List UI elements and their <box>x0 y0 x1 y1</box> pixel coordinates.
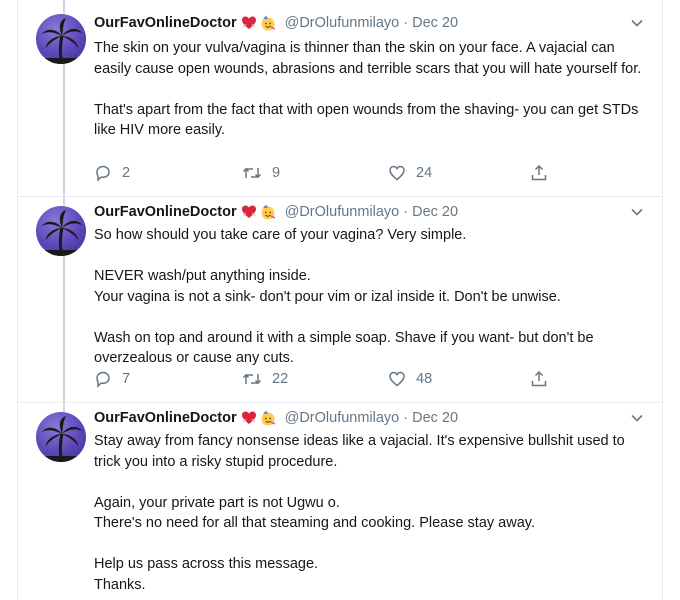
party-face-emoji-icon <box>261 410 275 426</box>
tweet-paragraph: Stay away from fancy nonsense ideas like… <box>94 433 625 470</box>
tweet-thread: OurFavOnlineDoctor @DrOlufunmilayo · Dec… <box>17 0 663 600</box>
like-button[interactable]: 24 <box>388 164 432 182</box>
tweet-paragraph: Again, your private part is not Ugwu o. … <box>94 494 535 532</box>
tweet-header: OurFavOnlineDoctor @DrOlufunmilayo · Dec… <box>94 14 458 32</box>
avatar[interactable] <box>36 206 86 256</box>
reply-icon <box>96 371 110 388</box>
heart-icon <box>389 371 405 387</box>
retweet-icon <box>242 167 262 179</box>
tweet-paragraph: So how should you take care of your vagi… <box>94 227 467 243</box>
display-name[interactable]: OurFavOnlineDoctor <box>94 410 237 426</box>
retweet-count: 22 <box>272 371 289 387</box>
separator-dot: · <box>403 410 409 426</box>
avatar[interactable] <box>36 14 86 64</box>
tweet-paragraph: Wash on top and around it with a simple … <box>94 329 594 367</box>
heart-emoji-icon <box>241 205 256 218</box>
share-icon <box>531 370 547 387</box>
tweet-text: The skin on your vulva/vagina is thinner… <box>94 38 644 141</box>
user-handle[interactable]: @DrOlufunmilayo <box>285 410 400 426</box>
palm-tree-icon <box>36 416 86 462</box>
reply-count: 2 <box>122 165 131 181</box>
tweet-date[interactable]: Dec 20 <box>412 204 458 220</box>
party-face-emoji-icon <box>261 15 275 31</box>
reply-button[interactable]: 7 <box>94 370 130 388</box>
retweet-button[interactable]: 9 <box>242 164 280 182</box>
tweet[interactable]: OurFavOnlineDoctor @DrOlufunmilayo · Dec… <box>18 403 662 600</box>
heart-emoji-icon <box>241 16 256 29</box>
chevron-down-icon[interactable] <box>630 205 644 219</box>
party-face-emoji-icon <box>261 204 275 220</box>
chevron-down-icon[interactable] <box>630 16 644 30</box>
palm-tree-icon <box>36 18 86 64</box>
separator-dot: · <box>403 15 409 31</box>
display-name[interactable]: OurFavOnlineDoctor <box>94 15 237 31</box>
heart-icon <box>389 165 405 181</box>
tweet-date[interactable]: Dec 20 <box>412 410 458 426</box>
tweet-paragraph: That's apart from the fact that with ope… <box>94 101 639 139</box>
share-icon <box>531 164 547 181</box>
tweet[interactable]: OurFavOnlineDoctor @DrOlufunmilayo · Dec… <box>18 0 662 197</box>
reply-icon <box>96 165 110 182</box>
user-handle[interactable]: @DrOlufunmilayo <box>285 204 400 220</box>
display-name[interactable]: OurFavOnlineDoctor <box>94 204 237 220</box>
tweet-text: So how should you take care of your vagi… <box>94 225 644 369</box>
tweet-paragraph: The skin on your vulva/vagina is thinner… <box>94 40 642 77</box>
share-button[interactable] <box>530 370 548 388</box>
tweet-actions: 7 22 48 <box>94 369 564 389</box>
palm-tree-icon <box>36 210 86 256</box>
retweet-count: 9 <box>272 165 281 181</box>
tweet[interactable]: OurFavOnlineDoctor @DrOlufunmilayo · Dec… <box>18 197 662 403</box>
like-count: 48 <box>416 371 433 387</box>
tweet-actions: 2 9 24 <box>94 163 564 183</box>
tweet-header: OurFavOnlineDoctor @DrOlufunmilayo · Dec… <box>94 409 458 427</box>
tweet-header: OurFavOnlineDoctor @DrOlufunmilayo · Dec… <box>94 203 458 221</box>
avatar[interactable] <box>36 412 86 462</box>
separator-dot: · <box>403 204 409 220</box>
share-button[interactable] <box>530 164 548 182</box>
like-button[interactable]: 48 <box>388 370 432 388</box>
tweet-text: Stay away from fancy nonsense ideas like… <box>94 431 644 595</box>
like-count: 24 <box>416 165 433 181</box>
tweet-date[interactable]: Dec 20 <box>412 15 458 31</box>
chevron-down-icon[interactable] <box>630 411 644 425</box>
tweet-paragraph: NEVER wash/put anything inside. Your vag… <box>94 268 561 305</box>
heart-emoji-icon <box>241 411 256 424</box>
reply-button[interactable]: 2 <box>94 164 130 182</box>
tweet-paragraph: Help us pass across this message. Thanks… <box>94 556 319 593</box>
reply-count: 7 <box>122 371 131 387</box>
retweet-icon <box>242 373 262 385</box>
retweet-button[interactable]: 22 <box>242 370 288 388</box>
user-handle[interactable]: @DrOlufunmilayo <box>285 15 400 31</box>
